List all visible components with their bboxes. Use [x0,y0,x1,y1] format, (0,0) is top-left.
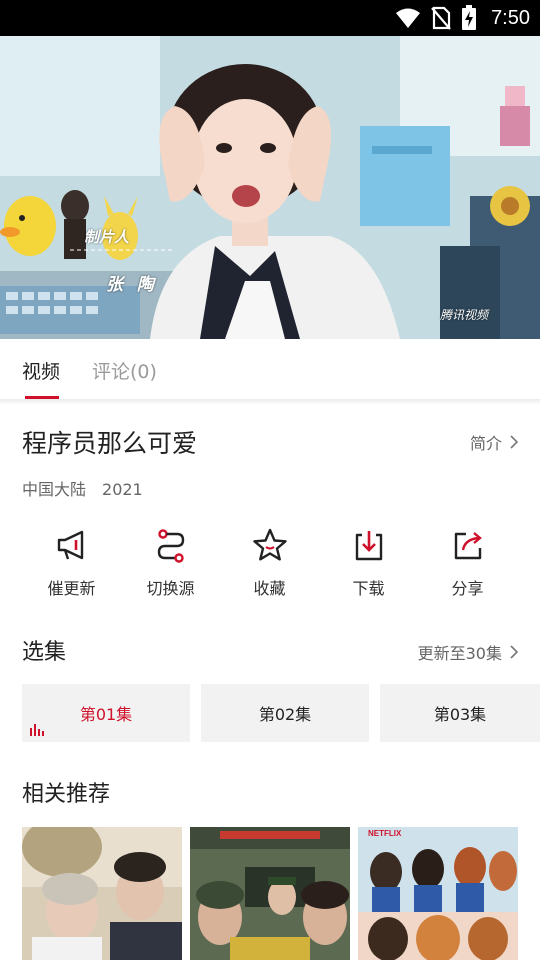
chevron-right-icon [510,435,518,449]
video-caption-role: 制片人 [84,228,130,246]
download-button[interactable]: 下载 [319,525,418,599]
tabs-divider [0,399,540,405]
tab-video[interactable]: 视频 [22,357,60,384]
episodes-update-status: 更新至30集 [417,644,502,663]
episode-chip-03[interactable]: 第03集 [380,684,540,742]
episodes-more-link[interactable]: 更新至30集 [418,640,518,664]
poster-image [190,827,350,960]
episode-label: 第01集 [79,705,133,724]
battery-charging-icon [462,5,477,30]
favorite-button[interactable]: 收藏 [220,525,319,599]
show-region: 中国大陆 [22,480,87,499]
status-bar: 7:50 [0,0,540,36]
netflix-logo: NETFLIX [368,829,402,838]
video-watermark: 腾讯视频 [440,308,489,322]
megaphone-icon [57,530,83,560]
favorite-label: 收藏 [253,579,286,598]
download-icon [355,531,382,561]
intro-label: 简介 [469,434,502,453]
share-label: 分享 [451,579,484,598]
no-sim-icon [431,6,451,30]
status-time: 7:50 [491,6,530,29]
action-bar: 催更新 切换源 收藏 下载 分享 [22,525,518,605]
episode-chip-02[interactable]: 第02集 [201,684,369,742]
switch-source-button[interactable]: 切换源 [121,525,220,599]
star-icon [252,528,287,561]
intro-link[interactable]: 简介 [470,430,518,454]
episode-label: 第03集 [433,705,487,724]
detail-tabs: 视频 评论(0) [0,339,540,399]
chevron-right-icon [510,645,518,659]
download-label: 下载 [352,579,385,598]
poster-image [22,827,182,960]
recommendation-poster-3[interactable]: NETFLIX [358,827,518,960]
share-button[interactable]: 分享 [418,525,517,599]
urge-update-label: 催更新 [47,579,96,598]
share-icon [454,532,482,560]
recommendation-poster-1[interactable] [22,827,182,960]
switch-source-icon [157,529,184,563]
show-meta: 中国大陆 2021 [22,476,143,500]
video-player[interactable]: 制片人 张 陶 腾讯视频 [0,36,540,339]
recommendation-poster-2[interactable] [190,827,350,960]
episode-chip-01[interactable]: 第01集 [22,684,190,742]
video-frame [0,36,540,339]
recommendations-title: 相关推荐 [22,782,111,807]
episode-label: 第02集 [258,705,312,724]
video-caption-names: 张 陶 [106,275,158,295]
show-title: 程序员那么可爱 [22,429,198,458]
now-playing-icon [30,724,44,736]
urge-update-button[interactable]: 催更新 [22,525,121,599]
switch-source-label: 切换源 [146,579,195,598]
status-icons: 7:50 [395,5,530,31]
wifi-icon [396,8,421,28]
tab-comments[interactable]: 评论(0) [92,357,157,384]
show-year: 2021 [102,480,143,499]
episodes-title: 选集 [22,640,67,665]
poster-image [358,827,518,960]
